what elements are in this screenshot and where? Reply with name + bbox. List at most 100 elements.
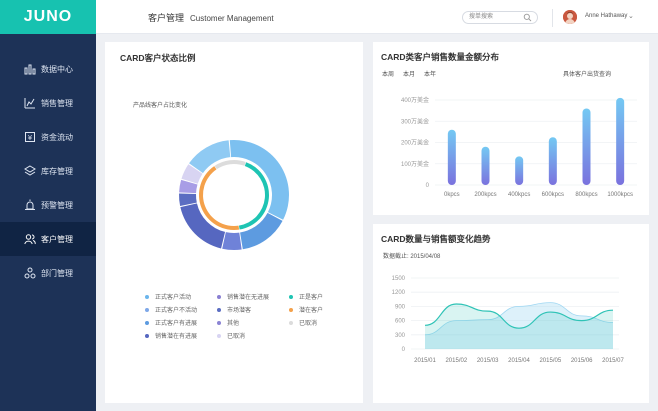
legend-label: 正式客户活动 (155, 295, 192, 301)
sidebar-item-data-center[interactable]: 数据中心 (0, 52, 96, 86)
trend-card-title: CARD数量与销售额变化趋势 (381, 234, 491, 244)
sidebar-item-inventory[interactable]: 库存管理 (0, 154, 96, 188)
x-tick-label: 2015/02 (445, 358, 467, 364)
inner-ring-slice[interactable] (214, 160, 246, 170)
trend-card: CARD数量与销售额变化趋势 数据截止: 2015/04/08 0 300 600 9… (373, 224, 649, 403)
app-logo[interactable]: JUNO (0, 0, 96, 34)
sales-card-title: CARD类客户销售数量金额分布 (381, 52, 500, 62)
tab-week[interactable]: 本周 (382, 69, 394, 78)
alarm-icon (24, 199, 36, 211)
legend-label: 其他 (227, 321, 240, 327)
legend-item: 市场潜客 (217, 305, 251, 314)
legend-label: 正式客户有进展 (155, 321, 198, 327)
header-divider (552, 9, 553, 27)
users-icon (24, 233, 36, 245)
sidebar-item-departments[interactable]: 部门管理 (0, 256, 96, 290)
legend-item: 正式客户活动 (145, 292, 191, 301)
outer-ring-slice[interactable] (189, 140, 231, 174)
area-chart: 0 300 600 900 1200 1500 2015/01 2015/02 2015/03 2… (392, 276, 625, 364)
bar[interactable] (582, 108, 591, 186)
sidebar-item-label: 库存管理 (41, 166, 73, 176)
x-tick-label: 0kpcs (444, 192, 460, 198)
search-icon[interactable] (523, 13, 532, 27)
sidebar-nav: 数据中心 销售管理 ¥ 资金流动 库存管理 预警管理 客户管理 部门管理 (0, 52, 96, 290)
sidebar-item-customers[interactable]: 客户管理 (0, 222, 96, 256)
sidebar-item-alerts[interactable]: 预警管理 (0, 188, 96, 222)
legend-dot (217, 333, 221, 338)
status-card-subtitle: 产品线客户占比变化 (133, 103, 188, 109)
x-tick-label: 800kpcs (575, 192, 597, 198)
bar[interactable] (481, 146, 490, 185)
outer-ring-slice[interactable] (222, 232, 242, 250)
legend-label: 已取消 (227, 334, 246, 340)
org-icon (24, 267, 36, 279)
legend-dot (289, 307, 293, 312)
search-input[interactable]: 搜单搜索 (462, 11, 538, 24)
legend-dot (217, 307, 221, 312)
user-name[interactable]: Anne Hathaway (585, 13, 627, 19)
legend-item: 其他 (217, 318, 239, 327)
tab-month[interactable]: 本月 (403, 69, 415, 78)
legend-dot (145, 333, 149, 338)
sidebar-item-funds[interactable]: ¥ 资金流动 (0, 120, 96, 154)
legend-dot (145, 307, 149, 312)
donut-chart (179, 140, 289, 250)
sidebar-item-label: 销售管理 (41, 98, 73, 108)
sidebar-item-label: 预警管理 (41, 200, 73, 210)
search-placeholder: 搜单搜索 (469, 14, 494, 20)
page-title-cn: 客户管理 (148, 13, 185, 23)
legend-item: 销售潜在有进展 (145, 331, 197, 340)
legend-label: 已取消 (299, 321, 318, 327)
y-tick-label: 200万美金 (401, 139, 429, 147)
x-tick-label: 400kpcs (508, 192, 530, 198)
x-tick-label: 200kpcs (474, 192, 496, 198)
legend-dot (145, 320, 149, 325)
bar[interactable] (616, 97, 625, 185)
y-tick-label: 600 (395, 319, 406, 325)
y-tick-label: 1200 (392, 290, 406, 296)
legend-dot (289, 320, 293, 325)
sidebar-item-label: 部门管理 (41, 268, 73, 278)
legend-item: 已取消 (289, 318, 317, 327)
legend-item: 正是客户 (289, 292, 323, 301)
sidebar: JUNO 数据中心 销售管理 ¥ 资金流动 库存管理 预警管理 客户管理 部门管… (0, 0, 96, 411)
avatar[interactable] (563, 10, 577, 24)
shipment-query-link[interactable]: 具体客户出货查询 (563, 69, 611, 78)
legend-item: 潜在客户 (289, 305, 323, 314)
x-tick-label: 2015/01 (414, 358, 436, 364)
legend-label: 正是客户 (299, 295, 324, 301)
outer-ring-slice[interactable] (229, 140, 289, 220)
page-title-en: Customer Management (190, 14, 274, 23)
chevron-down-icon[interactable]: ⌄ (628, 12, 634, 20)
bar[interactable] (548, 137, 557, 185)
x-tick-label: 2015/05 (539, 358, 561, 364)
page-title: 客户管理 Customer Management (148, 11, 274, 24)
bar[interactable] (515, 156, 524, 185)
legend-dot (217, 320, 221, 325)
y-tick-label: 0 (402, 347, 406, 353)
svg-text:¥: ¥ (28, 134, 33, 142)
legend-label: 正式客户不活动 (155, 308, 198, 314)
trend-icon (24, 97, 36, 109)
legend-item: 正式客户有进展 (145, 318, 197, 327)
legend-item: 销售潜在无进展 (217, 292, 269, 301)
x-tick-label: 2015/07 (602, 358, 624, 364)
y-tick-label: 300万美金 (401, 117, 429, 125)
x-tick-label: 2015/03 (477, 358, 499, 364)
sidebar-item-label: 资金流动 (41, 132, 73, 142)
sidebar-item-label: 客户管理 (41, 234, 73, 244)
legend-item: 正式客户不活动 (145, 305, 197, 314)
legend-item: 已取消 (217, 331, 245, 340)
outer-ring-slice[interactable] (240, 212, 283, 250)
sidebar-item-label: 数据中心 (41, 64, 73, 74)
x-tick-label: 2015/04 (508, 358, 530, 364)
top-bar: 客户管理 Customer Management 搜单搜索 Anne Hathaw… (96, 0, 658, 34)
y-tick-label: 1500 (392, 276, 406, 282)
sidebar-item-sales[interactable]: 销售管理 (0, 86, 96, 120)
x-tick-label: 1000kpcs (607, 192, 633, 198)
tab-year[interactable]: 本年 (424, 69, 436, 78)
bar[interactable] (447, 129, 456, 185)
y-tick-label: 0 (426, 183, 430, 189)
y-tick-label: 100万美金 (401, 160, 429, 168)
status-card: CARD客户状态比例 产品线客户占比变化 正式客户活动 销售潜在无进展 正是客户… (105, 42, 363, 403)
